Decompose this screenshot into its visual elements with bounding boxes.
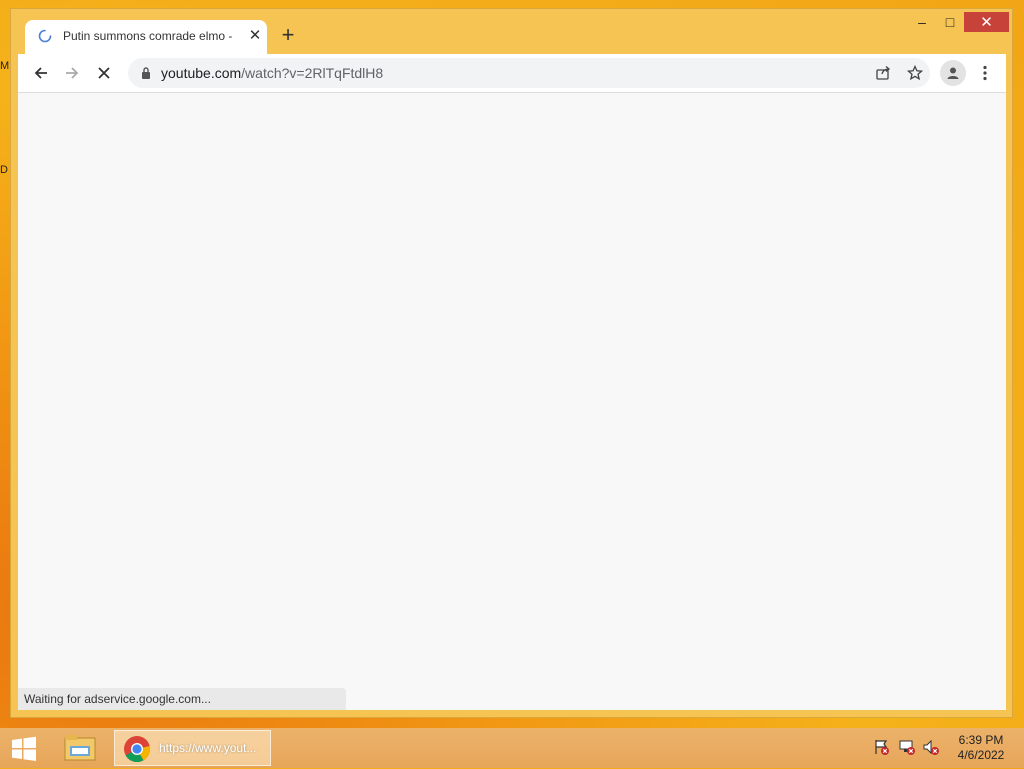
- loading-spinner-icon: [38, 29, 52, 43]
- forward-arrow-icon: [66, 67, 79, 79]
- star-icon: [907, 65, 923, 81]
- back-arrow-icon: [34, 67, 47, 79]
- new-tab-button[interactable]: +: [275, 22, 301, 48]
- windows-logo-icon: [12, 736, 36, 761]
- chrome-taskbar-label: https://www.yout...: [159, 741, 257, 755]
- url-path: /watch?v=2RlTqFtdlH8: [241, 65, 384, 81]
- profile-icon: [947, 67, 959, 79]
- kebab-menu-icon: [983, 65, 987, 81]
- lock-icon: [142, 67, 150, 79]
- close-window-button[interactable]: ✕: [964, 12, 1009, 32]
- tab-title: Putin summons comrade elmo -: [63, 29, 233, 43]
- maximize-button[interactable]: □: [937, 12, 963, 32]
- browser-tab-active[interactable]: Putin summons comrade elmo - ✕: [25, 20, 267, 54]
- stop-icon: [98, 67, 110, 79]
- taskbar: https://www.yout... 6:39 PM 4/6/2022: [0, 728, 1024, 768]
- status-bubble: Waiting for adservice.google.com...: [18, 688, 346, 710]
- clock-date: 4/6/2022: [957, 748, 1005, 762]
- url-host: youtube.com: [161, 65, 242, 81]
- address-bar-url: youtube.com/watch?v=2RlTqFtdlH8: [161, 65, 383, 81]
- share-icon: [876, 66, 891, 80]
- browser-toolbar: youtube.com/watch?v=2RlTqFtdlH8: [18, 54, 1006, 93]
- file-explorer-taskbar-button[interactable]: [62, 732, 98, 764]
- tab-close-icon[interactable]: ✕: [245, 25, 265, 45]
- browser-menu-button[interactable]: [974, 60, 996, 86]
- forward-button[interactable]: [59, 60, 85, 86]
- share-button[interactable]: [872, 62, 894, 84]
- action-center-flag-icon[interactable]: [873, 738, 891, 756]
- bookmark-star-button[interactable]: [904, 62, 926, 84]
- minimize-button[interactable]: –: [909, 12, 935, 32]
- chrome-taskbar-button[interactable]: https://www.yout...: [114, 730, 271, 766]
- clock-time: 6:39 PM: [958, 733, 1004, 747]
- start-button[interactable]: [10, 736, 40, 762]
- file-explorer-icon: [64, 735, 96, 761]
- browser-window: – □ ✕ Putin summons comrade elmo - ✕ + y…: [10, 8, 1013, 718]
- page-content-area: Waiting for adservice.google.com...: [18, 93, 1006, 710]
- stop-loading-button[interactable]: [91, 60, 117, 86]
- back-button[interactable]: [28, 60, 54, 86]
- volume-muted-icon[interactable]: [922, 738, 940, 756]
- profile-button[interactable]: [940, 60, 966, 86]
- chrome-logo-icon: [124, 736, 151, 763]
- taskbar-clock[interactable]: 6:39 PM 4/6/2022: [950, 733, 1012, 763]
- address-bar[interactable]: youtube.com/watch?v=2RlTqFtdlH8: [128, 58, 930, 88]
- network-icon[interactable]: [898, 738, 916, 756]
